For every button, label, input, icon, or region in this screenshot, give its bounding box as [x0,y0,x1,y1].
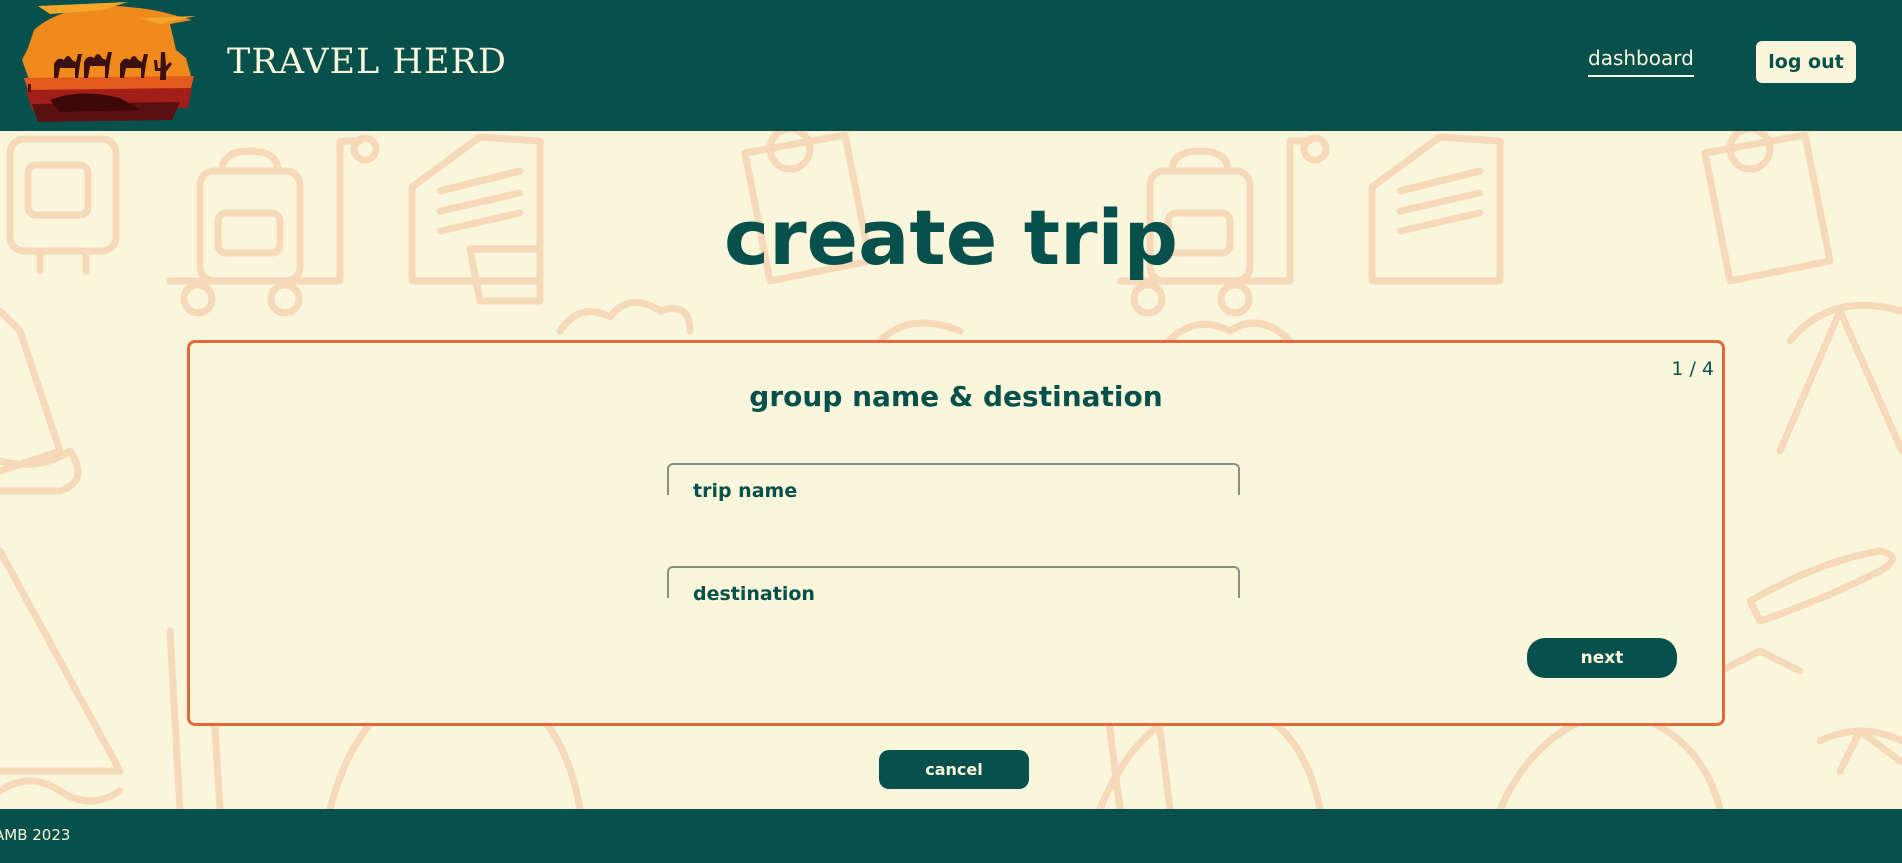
next-button[interactable]: next [1527,638,1677,678]
top-header: TRAVEL HERD dashboard log out [0,0,1902,131]
destination-label: destination [693,583,815,605]
page-title: create trip [724,193,1178,282]
card-title: group name & destination [749,380,1163,413]
step-counter: 1 / 4 [1671,358,1714,380]
travel-herd-logo-icon[interactable] [20,0,196,124]
logout-button[interactable]: log out [1756,41,1856,83]
trip-name-label: trip name [693,480,798,502]
trip-name-field[interactable]: trip name [667,463,1240,502]
brand-title: TRAVEL HERD [227,42,507,82]
footer: AMB 2023 [0,809,1902,863]
destination-field[interactable]: destination [667,566,1240,605]
cancel-button[interactable]: cancel [879,750,1029,789]
trip-step-card: 1 / 4 group name & destination trip name… [187,340,1725,726]
footer-copyright: AMB 2023 [0,826,71,844]
nav-dashboard-link[interactable]: dashboard [1588,44,1694,77]
